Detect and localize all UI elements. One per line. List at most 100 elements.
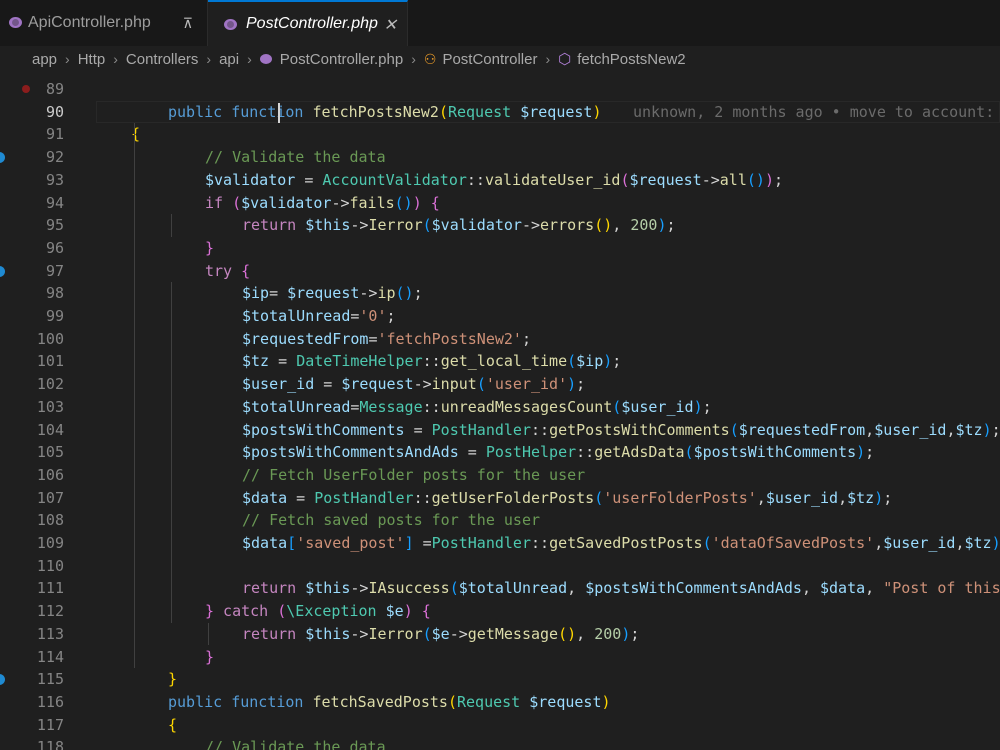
code-line[interactable]: 117 { [0, 714, 1000, 737]
code-token: $validator [431, 216, 522, 235]
line-number[interactable]: 99 [0, 305, 64, 328]
code-text: { [168, 714, 177, 737]
line-number[interactable]: 95 [0, 214, 64, 237]
code-line[interactable]: 118 // Validate the data [0, 736, 1000, 750]
code-line[interactable]: 96} [0, 237, 1000, 260]
breadcrumb-app[interactable]: app [32, 51, 57, 68]
code-token: ; [612, 352, 622, 371]
line-number[interactable]: 96 [0, 237, 64, 260]
code-text: } catch (\Exception $e) { [205, 600, 431, 623]
line-number[interactable]: 91 [0, 123, 64, 146]
line-number[interactable]: 101 [0, 350, 64, 373]
code-line[interactable]: 98 $ip= $request->ip(); [0, 282, 1000, 305]
code-token: -> [350, 624, 369, 643]
code-token: ; [773, 170, 783, 189]
line-number[interactable]: 106 [0, 464, 64, 487]
line-number[interactable]: 105 [0, 441, 64, 464]
code-token: , [576, 624, 595, 643]
line-number[interactable]: 102 [0, 373, 64, 396]
line-number[interactable]: 104 [0, 419, 64, 442]
code-token: $tz [242, 352, 270, 371]
line-number[interactable]: 93 [0, 169, 64, 192]
code-line[interactable]: 92 // Validate the data [0, 146, 1000, 169]
close-icon[interactable]: ✕ [384, 15, 397, 35]
code-line[interactable]: 95 return $this->Ierror($validator->error… [0, 214, 1000, 237]
code-editor[interactable]: 89 90 public function fetchPostsNew2(Reque… [0, 76, 1000, 750]
pin-icon[interactable]: ⊼ [183, 15, 193, 32]
code-line[interactable]: 116 public function fetchSavedPosts(Reque… [0, 691, 1000, 714]
line-number[interactable]: 89 [0, 78, 64, 101]
code-line[interactable]: 108 // Fetch saved posts for the user [0, 509, 1000, 532]
code-token: ; [630, 624, 640, 643]
breadcrumb-api[interactable]: api [219, 51, 239, 68]
line-number[interactable]: 107 [0, 487, 64, 510]
line-number[interactable]: 111 [0, 577, 64, 600]
line-number[interactable]: 97 [0, 260, 64, 283]
line-number[interactable]: 116 [0, 691, 64, 714]
code-line[interactable]: 94 if ($validator->fails()) { [0, 192, 1000, 215]
breadcrumb-class[interactable]: ⚇ PostController [424, 51, 538, 68]
tab-api-controller[interactable]: ApiController.php ⊼ [0, 0, 208, 46]
code-token: = [269, 352, 297, 371]
code-line[interactable]: 104 $postsWithComments = PostHandler::get… [0, 419, 1000, 442]
breadcrumb-method-label: fetchPostsNew2 [577, 50, 686, 68]
code-line[interactable]: 113 return $this->Ierror($e->getMessage()… [0, 623, 1000, 646]
code-line[interactable]: 101 $tz = DateTimeHelper::get_local_time(… [0, 350, 1000, 373]
code-line[interactable]: 111 return $this->IAsuccess($totalUnread,… [0, 577, 1000, 600]
line-number[interactable]: 100 [0, 328, 64, 351]
code-token: :: [422, 397, 441, 416]
breadcrumb-file[interactable]: PostController.php [259, 51, 403, 68]
line-number[interactable]: 114 [0, 646, 64, 669]
line-number[interactable]: 92 [0, 146, 64, 169]
breadcrumb-method[interactable]: ⬡ fetchPostsNew2 [558, 50, 686, 69]
code-token: PostHandler [314, 488, 414, 507]
code-line[interactable]: 89 [0, 78, 1000, 101]
code-token: -> [413, 375, 432, 394]
code-token: // Fetch saved posts for the user [242, 511, 541, 530]
line-number[interactable]: 90 [0, 101, 64, 124]
code-token: $user_id [765, 488, 839, 507]
class-symbol-icon: ⚇ [423, 50, 437, 67]
code-token: -> [350, 216, 369, 235]
line-number[interactable]: 113 [0, 623, 64, 646]
code-line[interactable]: 99 $totalUnread='0'; [0, 305, 1000, 328]
code-line[interactable]: 107 $data = PostHandler::getUserFolderPos… [0, 487, 1000, 510]
code-token: $request [520, 102, 593, 121]
code-line[interactable]: 105 $postsWithCommentsAndAds = PostHelper… [0, 441, 1000, 464]
code-token: getSavedPostPosts [549, 534, 703, 552]
code-line[interactable]: 114} [0, 646, 1000, 669]
breakpoint-dot[interactable] [22, 85, 30, 93]
code-line[interactable]: 93 $validator = AccountValidator::validat… [0, 169, 1000, 192]
breadcrumb-http[interactable]: Http [78, 51, 106, 68]
tab-label: ApiController.php [28, 14, 151, 31]
breadcrumb-controllers[interactable]: Controllers [126, 51, 199, 68]
line-number[interactable]: 94 [0, 192, 64, 215]
line-number[interactable]: 118 [0, 736, 64, 750]
line-number[interactable]: 112 [0, 600, 64, 623]
code-line[interactable]: 100 $requestedFrom='fetchPostsNew2'; [0, 328, 1000, 351]
chevron-right-icon: › [247, 51, 252, 67]
code-line[interactable]: 97 try { [0, 260, 1000, 283]
code-line[interactable]: 109 $data['saved_post'] =PostHandler::get… [0, 532, 1000, 555]
line-number[interactable]: 109 [0, 532, 64, 555]
code-line[interactable]: 103 $totalUnread=Message::unreadMessagesC… [0, 396, 1000, 419]
code-line[interactable]: 115} [0, 668, 1000, 691]
code-text: public function fetchPostsNew2(Request $… [168, 101, 602, 124]
tab-label: PostController.php [246, 15, 378, 32]
code-token: ) [601, 692, 611, 711]
line-number[interactable]: 108 [0, 509, 64, 532]
code-line[interactable]: 102 $user_id = $request->input('user_id')… [0, 373, 1000, 396]
code-token: = [287, 488, 315, 507]
php-file-icon [259, 54, 272, 64]
line-number[interactable]: 98 [0, 282, 64, 305]
line-number[interactable]: 110 [0, 555, 64, 578]
line-number[interactable]: 117 [0, 714, 64, 737]
code-line[interactable]: 91 { [0, 123, 1000, 146]
code-line[interactable]: 112 } catch (\Exception $e) { [0, 600, 1000, 623]
line-number[interactable]: 103 [0, 396, 64, 419]
code-line[interactable]: 106 // Fetch UserFolder posts for the use… [0, 464, 1000, 487]
line-number[interactable]: 115 [0, 668, 64, 691]
tab-post-controller[interactable]: PostController.php ✕ [208, 0, 408, 46]
code-line[interactable]: 110 [0, 555, 1000, 578]
